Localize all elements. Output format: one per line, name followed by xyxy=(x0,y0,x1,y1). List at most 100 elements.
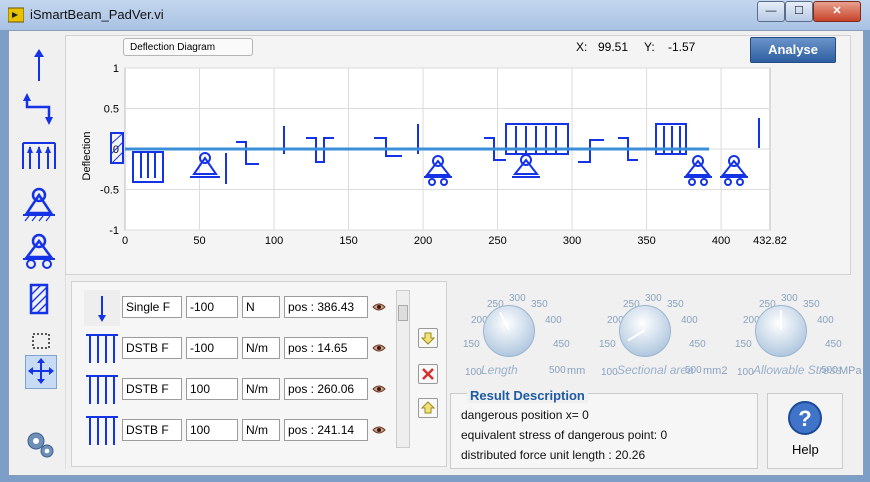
load-position-field[interactable]: pos : 241.14 xyxy=(284,419,368,441)
parameter-dials: 100 150 200 250 300 350 400 450 500 Length mm 100 15… xyxy=(449,281,862,391)
x-tick-label: 432.82 xyxy=(753,235,787,247)
load-value-field[interactable]: 100 xyxy=(186,378,238,400)
load-value-field[interactable]: -100 xyxy=(186,337,238,359)
dial-group: 100 150 200 250 300 350 400 450 500 Sectional are… xyxy=(585,293,727,391)
distributed-force-icon xyxy=(86,416,118,445)
single-force-icon xyxy=(84,290,120,326)
delete-x-icon xyxy=(422,368,434,380)
y-axis-label: Deflection xyxy=(81,132,93,181)
load-row[interactable]: DSTB F 100 N/m pos : 241.14 xyxy=(72,413,402,449)
select-tool[interactable] xyxy=(19,331,59,353)
single-force-icon xyxy=(34,49,44,81)
load-position-field[interactable]: pos : 386.43 xyxy=(284,296,368,318)
delete-load-button[interactable] xyxy=(418,364,438,384)
app-icon xyxy=(8,7,24,23)
dial-tick-label: 350 xyxy=(803,299,820,310)
y-axis-ticks: 1 0.5 0 -0.5 -1 xyxy=(100,63,119,237)
x-tick-label: 400 xyxy=(712,235,730,247)
dial-tick-label: 400 xyxy=(681,315,698,326)
selection-box-icon xyxy=(32,333,50,349)
dial-needle xyxy=(627,329,646,342)
move-up-button[interactable] xyxy=(418,398,438,418)
distributed-force-tool[interactable] xyxy=(19,137,59,177)
dial-knob[interactable] xyxy=(619,305,671,357)
help-button[interactable]: ? Help xyxy=(767,393,843,469)
load-row[interactable]: DSTB F 100 N/m pos : 260.06 xyxy=(72,372,402,408)
fixed-support-icon xyxy=(29,283,49,315)
dial-caption: Length xyxy=(481,363,518,377)
minimize-button[interactable]: — xyxy=(757,1,785,22)
pin-support-tool[interactable] xyxy=(19,183,59,223)
dial-unit: MPa xyxy=(839,365,862,377)
result-dangerous-position: dangerous position x= 0 xyxy=(461,408,589,422)
load-row[interactable]: Single F -100 Npos : 386.43 xyxy=(72,290,402,326)
dial-tick-label: 300 xyxy=(509,293,526,304)
dial-tick-label: 300 xyxy=(645,293,662,304)
x-tick-label: 100 xyxy=(265,235,283,247)
roller-support-tool[interactable] xyxy=(19,231,59,271)
dial-caption: Sectional area xyxy=(617,363,694,377)
dial-needle xyxy=(499,311,510,331)
load-position-field[interactable]: pos : 260.06 xyxy=(284,378,368,400)
load-type-field[interactable]: DSTB F xyxy=(122,419,182,441)
close-button[interactable]: ✕ xyxy=(813,1,861,22)
title-bar: iSmartBeam_PadVer.vi — ☐ ✕ xyxy=(0,0,870,30)
dial-tick-label: 400 xyxy=(545,315,562,326)
window-title: iSmartBeam_PadVer.vi xyxy=(30,7,164,22)
scrollbar-thumb[interactable] xyxy=(398,305,408,321)
arrow-up-icon xyxy=(420,401,436,414)
dial-knob[interactable] xyxy=(755,305,807,357)
distributed-force-icon xyxy=(86,334,118,363)
result-panel: Result Description dangerous position x=… xyxy=(450,388,758,469)
load-unit-field: N/m xyxy=(242,378,280,400)
loads-scrollbar[interactable] xyxy=(396,290,410,448)
dial-tick-label: 350 xyxy=(531,299,548,310)
y-tick-label: -0.5 xyxy=(100,185,119,197)
load-row[interactable]: DSTB F -100 N/m pos : 14.65 xyxy=(72,331,402,367)
visibility-icon[interactable] xyxy=(372,424,386,436)
moment-icon xyxy=(23,93,53,125)
settings-gear-icon[interactable] xyxy=(23,428,57,462)
dial-knob[interactable] xyxy=(483,305,535,357)
dial-tick-label: 100 xyxy=(737,367,754,378)
dial-needle xyxy=(780,310,782,330)
visibility-icon[interactable] xyxy=(372,383,386,395)
x-tick-label: 50 xyxy=(193,235,205,247)
y-tick-label: 0 xyxy=(113,144,119,156)
deflection-chart[interactable]: Deflection 1 0.5 0 -0.5 -1 0 50 100 150 200 250 30… xyxy=(66,36,850,274)
load-value-field[interactable]: -100 xyxy=(186,296,238,318)
dial-tick-label: 100 xyxy=(465,367,482,378)
load-type-field[interactable]: Single F xyxy=(122,296,182,318)
dial-tick-label: 150 xyxy=(735,339,752,350)
load-position-field[interactable]: pos : 14.65 xyxy=(284,337,368,359)
tool-palette xyxy=(15,35,66,469)
dial-tick-label: 100 xyxy=(601,367,618,378)
dial-caption: Allowable Stress xyxy=(753,363,842,377)
x-tick-label: 350 xyxy=(637,235,655,247)
move-down-button[interactable] xyxy=(418,328,438,348)
help-question-icon: ? xyxy=(788,401,822,435)
dial-tick-label: 350 xyxy=(667,299,684,310)
load-unit-field: N xyxy=(242,296,280,318)
load-unit-field: N/m xyxy=(242,419,280,441)
load-type-field[interactable]: DSTB F xyxy=(122,337,182,359)
distributed-force-icon xyxy=(86,375,118,404)
move-arrows-icon xyxy=(28,358,54,384)
move-tool[interactable] xyxy=(25,355,57,389)
visibility-icon[interactable] xyxy=(372,342,386,354)
load-value-field[interactable]: 100 xyxy=(186,419,238,441)
help-label: Help xyxy=(792,442,819,457)
load-type-field[interactable]: DSTB F xyxy=(122,378,182,400)
single-force-tool[interactable] xyxy=(19,43,59,83)
moment-tool[interactable] xyxy=(19,89,59,129)
dial-group: 100 150 200 250 300 350 400 450 500 Length mm xyxy=(449,293,585,391)
pin-support-icon xyxy=(23,187,55,222)
dial-tick-label: 450 xyxy=(825,339,842,350)
result-equivalent-stress: equivalent stress of dangerous point: 0 xyxy=(461,428,668,442)
fixed-support-tool[interactable] xyxy=(19,279,59,319)
visibility-icon[interactable] xyxy=(372,301,386,313)
maximize-button[interactable]: ☐ xyxy=(785,1,813,22)
main-window: Deflection Diagram X: 99.51 Y: -1.57 Ana… xyxy=(8,30,864,476)
dial-tick-label: 150 xyxy=(463,339,480,350)
loads-list-panel: Single F -100 Npos : 386.43 DSTB F -100 N/m po… xyxy=(71,281,447,467)
